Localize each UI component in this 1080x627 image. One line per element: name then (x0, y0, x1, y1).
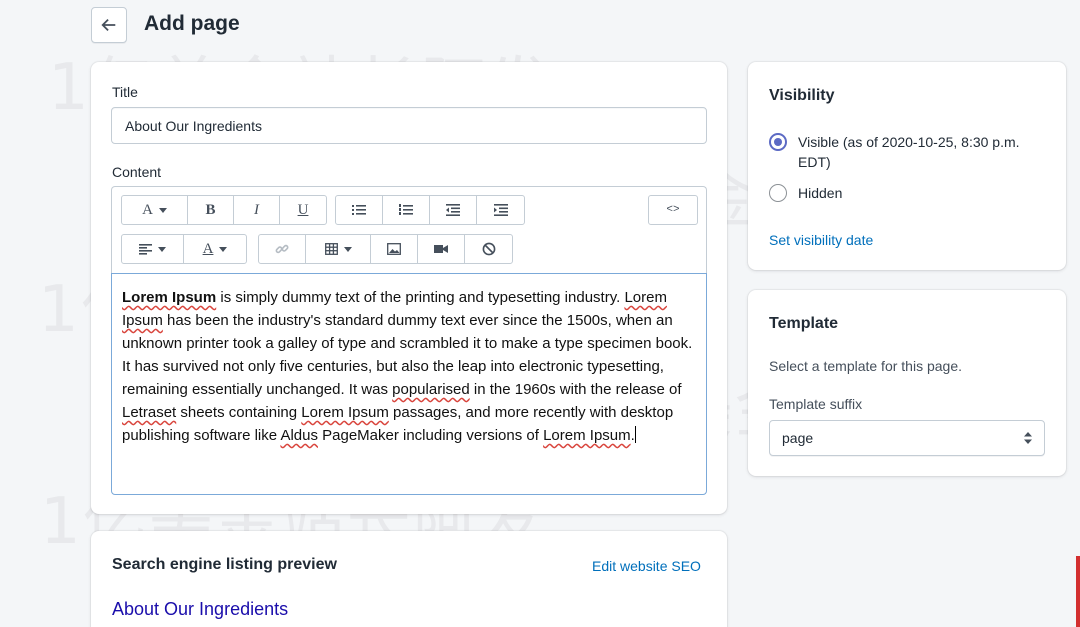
bullet-list-icon (352, 205, 366, 215)
hidden-option[interactable]: Hidden (769, 183, 842, 203)
alignment-color-group: A (121, 234, 247, 264)
table-icon (324, 243, 338, 255)
text-format-group: A B I U (121, 195, 327, 225)
table-dropdown[interactable] (306, 235, 371, 263)
insert-video-button[interactable] (418, 235, 465, 263)
underline-button[interactable]: U (280, 196, 326, 224)
visibility-card: Visibility Visible (as of 2020-10-25, 8:… (748, 62, 1066, 270)
indent-button[interactable] (477, 196, 524, 224)
text-cursor (634, 426, 636, 443)
editor-text: Letraset (122, 404, 177, 421)
numbered-list-button[interactable] (383, 196, 430, 224)
link-button[interactable] (259, 235, 306, 263)
select-arrows-icon (1024, 432, 1032, 444)
block-icon (482, 242, 495, 256)
visible-option[interactable]: Visible (as of 2020-10-25, 8:30 p.m. EDT… (769, 132, 1054, 172)
italic-button[interactable]: I (234, 196, 280, 224)
rich-text-editor[interactable]: Lorem Ipsum is simply dummy text of the … (111, 273, 707, 495)
chevron-down-icon (219, 246, 228, 252)
bullet-list-button[interactable] (336, 196, 383, 224)
image-icon (387, 243, 401, 255)
link-icon (275, 244, 289, 254)
screen-edge-marker (1076, 556, 1080, 627)
set-visibility-date-link[interactable]: Set visibility date (769, 232, 873, 248)
insert-group (258, 234, 513, 264)
alignment-dropdown[interactable] (122, 235, 184, 263)
editor-text: PageMaker including versions of (317, 427, 544, 444)
editor-text: Lorem Ipsum (301, 404, 389, 421)
content-label: Content (112, 164, 162, 180)
text-color-label: A (202, 240, 214, 257)
video-icon (434, 245, 448, 253)
font-style-dropdown[interactable]: A (122, 196, 188, 224)
list-group (335, 195, 525, 225)
editor-text: Lorem Ipsum (543, 427, 631, 444)
chevron-down-icon (158, 207, 167, 213)
template-suffix-select[interactable]: page (769, 420, 1045, 456)
font-style-label: A (142, 201, 153, 218)
outdent-icon (446, 204, 460, 216)
title-label: Title (112, 84, 138, 100)
align-left-icon (139, 243, 152, 255)
visible-label: Visible (as of 2020-10-25, 8:30 p.m. EDT… (798, 134, 1020, 170)
editor-text: popularised (392, 381, 470, 398)
clear-formatting-button[interactable] (465, 235, 512, 263)
seo-preview-title: About Our Ingredients (112, 599, 289, 619)
title-input[interactable]: About Our Ingredients (111, 107, 707, 144)
page-title: Add page (144, 12, 240, 35)
seo-heading: Search engine listing preview (112, 556, 337, 573)
hidden-label: Hidden (798, 185, 843, 201)
back-button[interactable] (91, 7, 127, 43)
bold-button[interactable]: B (188, 196, 234, 224)
editor-text: in the 1960s with the release of (469, 381, 682, 398)
outdent-button[interactable] (430, 196, 477, 224)
visibility-heading: Visibility (769, 87, 835, 104)
page-content-card: Title About Our Ingredients Content A B … (91, 62, 727, 514)
indent-icon (493, 204, 508, 216)
edit-seo-link[interactable]: Edit website SEO (592, 558, 701, 574)
template-suffix-value: page (782, 430, 814, 446)
text-color-dropdown[interactable]: A (184, 235, 246, 263)
html-toggle-group: <> (648, 195, 698, 225)
template-suffix-label: Template suffix (769, 396, 863, 412)
template-card: Template Select a template for this page… (748, 290, 1066, 476)
hidden-radio[interactable] (769, 184, 787, 202)
editor-text: Lorem Ipsum (122, 289, 217, 306)
editor-text: sheets containing (176, 404, 302, 421)
chevron-down-icon (158, 246, 166, 252)
editor-text: Aldus (280, 427, 318, 444)
editor-text: is simply dummy text of the printing and… (216, 289, 625, 306)
visible-radio[interactable] (769, 133, 787, 151)
insert-image-button[interactable] (371, 235, 418, 263)
arrow-left-icon (101, 18, 116, 32)
chevron-down-icon (343, 246, 352, 252)
seo-preview-card: Search engine listing preview Edit websi… (91, 531, 727, 627)
html-view-button[interactable]: <> (649, 196, 697, 224)
editor-toolbar: A B I U <> A (111, 186, 707, 274)
numbered-list-icon (399, 204, 413, 215)
template-heading: Template (769, 315, 839, 332)
template-description: Select a template for this page. (769, 358, 962, 374)
